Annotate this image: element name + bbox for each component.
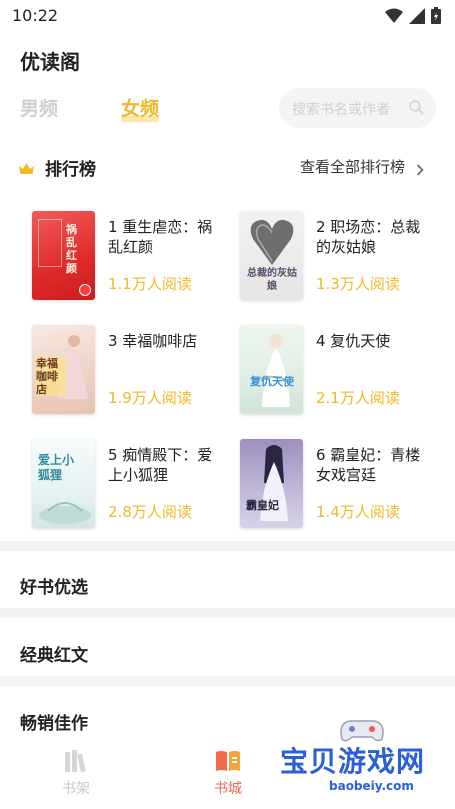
nav-bookshelf[interactable]: 书架: [46, 750, 106, 798]
book-title: 4 复仇天使: [316, 332, 391, 350]
book-item-4[interactable]: 复仇天使 4 复仇天使 2.1万人阅读: [240, 325, 440, 417]
nav-bookshelf-label: 书架: [62, 781, 90, 797]
cover-title: 霸皇妃: [246, 499, 279, 512]
bookshelf-icon: [63, 750, 89, 776]
ranking-header: 排行榜 查看全部排行榜: [0, 152, 455, 182]
wifi-icon: [385, 8, 403, 28]
section-divider: [0, 676, 455, 686]
book-cover: 爱上小狐狸: [32, 439, 95, 528]
book-read-count: 2.1万人阅读: [316, 389, 400, 407]
watermark-url: baobeiy.com: [329, 779, 414, 793]
book-cover: 霸皇妃: [240, 439, 303, 528]
cover-title: 幸福咖啡店: [36, 357, 66, 396]
book-cover: 复仇天使: [240, 325, 303, 414]
section-divider: [0, 608, 455, 618]
crown-icon: [19, 160, 34, 179]
cover-title: 祸乱红颜: [66, 223, 77, 275]
section-divider: [0, 541, 455, 551]
book-read-count: 1.1万人阅读: [108, 275, 192, 293]
search-input[interactable]: 搜索书名或作者: [279, 88, 436, 128]
book-item-1[interactable]: 祸乱红颜 1 重生虐恋：祸乱红颜 1.1万人阅读: [32, 211, 232, 303]
watermark: 宝贝游戏网 baobeiy.com: [276, 713, 446, 805]
search-placeholder: 搜索书名或作者: [292, 102, 390, 118]
app-title: 优读阁: [20, 50, 80, 74]
book-item-5[interactable]: 爱上小狐狸 5 痴情殿下：爱上小狐狸 2.8万人阅读: [32, 439, 232, 531]
book-item-2[interactable]: 总裁的灰姑娘 2 职场恋：总裁的灰姑娘 1.3万人阅读: [240, 211, 440, 303]
nav-bookstore-label: 书城: [214, 781, 242, 797]
tab-female[interactable]: 女频: [121, 94, 159, 121]
book-title: 2 职场恋：总裁的灰姑娘: [316, 218, 421, 256]
book-read-count: 2.8万人阅读: [108, 503, 192, 521]
book-title: 6 霸皇妃：青楼女戏宫廷: [316, 446, 421, 484]
book-item-6[interactable]: 霸皇妃 6 霸皇妃：青楼女戏宫廷 1.4万人阅读: [240, 439, 440, 531]
book-read-count: 1.4万人阅读: [316, 503, 400, 521]
book-title: 1 重生虐恋：祸乱红颜: [108, 218, 213, 256]
nav-bookstore[interactable]: 书城: [198, 750, 258, 798]
book-read-count: 1.9万人阅读: [108, 389, 192, 407]
signal-icon: [409, 7, 425, 28]
tab-male[interactable]: 男频: [20, 94, 58, 121]
section-title-classic[interactable]: 经典红文: [20, 641, 88, 666]
search-icon: [409, 100, 424, 119]
book-item-3[interactable]: 幸福咖啡店 3 幸福咖啡店 1.9万人阅读: [32, 325, 232, 417]
bookstore-icon: [215, 751, 241, 776]
book-cover: 幸福咖啡店: [32, 325, 95, 414]
section-title-good-picks[interactable]: 好书优选: [20, 573, 88, 598]
book-cover: 总裁的灰姑娘: [240, 211, 303, 300]
book-read-count: 1.3万人阅读: [316, 275, 400, 293]
book-title: 5 痴情殿下：爱上小狐狸: [108, 446, 213, 484]
view-all-rankings-link[interactable]: 查看全部排行榜: [300, 156, 405, 177]
section-title-bestsellers[interactable]: 畅销佳作: [20, 709, 88, 734]
status-bar: 10:22: [0, 0, 455, 32]
status-time: 10:22: [12, 6, 59, 25]
watermark-text: 宝贝游戏网: [280, 745, 426, 778]
cover-title: 爱上小狐狸: [38, 453, 75, 482]
cover-title: 总裁的灰姑娘: [247, 268, 297, 292]
book-title: 3 幸福咖啡店: [108, 332, 198, 350]
ranking-title: 排行榜: [45, 160, 96, 180]
chevron-right-icon[interactable]: [416, 161, 424, 180]
battery-icon: [431, 7, 441, 28]
cover-title: 复仇天使: [250, 375, 294, 388]
status-icons: [385, 7, 441, 28]
book-cover: 祸乱红颜: [32, 211, 95, 300]
